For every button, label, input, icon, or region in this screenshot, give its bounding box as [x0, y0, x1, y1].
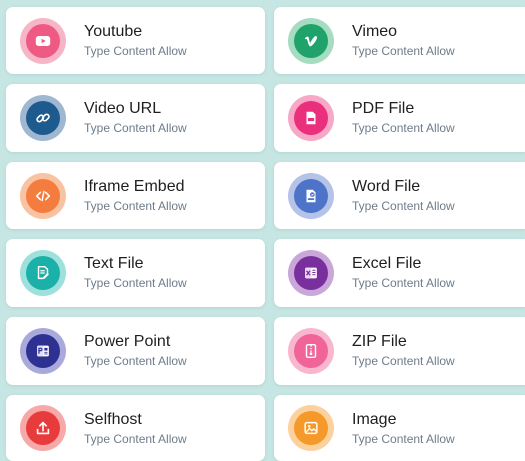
pdf-file-icon-badge — [288, 95, 334, 141]
content-type-card-zip-file[interactable]: ZIP File Type Content Allow — [274, 317, 525, 385]
card-subtitle: Type Content Allow — [352, 44, 455, 58]
word-file-icon — [306, 189, 316, 202]
excel-file-icon-badge — [288, 250, 334, 296]
card-title: PDF File — [352, 100, 415, 117]
upload-icon — [36, 421, 50, 435]
card-subtitle: Type Content Allow — [84, 44, 187, 58]
card-title: Word File — [352, 178, 421, 195]
card-subtitle: Type Content Allow — [352, 432, 455, 446]
card-title: Text File — [84, 255, 144, 272]
youtube-icon — [35, 35, 51, 46]
powerpoint-file-icon-badge — [20, 328, 66, 374]
card-title: Power Point — [84, 333, 171, 350]
image-icon-badge — [288, 405, 334, 451]
content-type-card-word-file[interactable]: Word File Type Content Allow — [274, 162, 525, 229]
card-title: Image — [352, 411, 397, 428]
card-subtitle: Type Content Allow — [84, 121, 187, 135]
powerpoint-file-icon — [37, 345, 49, 357]
link-icon — [36, 113, 50, 123]
card-subtitle: Type Content Allow — [352, 276, 455, 290]
card-title: Selfhost — [84, 411, 142, 428]
content-type-card-pdf-file[interactable]: PDF File Type Content Allow — [274, 84, 525, 152]
content-type-card-selfhost[interactable]: Selfhost Type Content Allow — [6, 395, 265, 461]
zip-file-icon-badge — [288, 328, 334, 374]
card-subtitle: Type Content Allow — [84, 354, 187, 368]
content-type-grid: Youtube Type Content Allow Vimeo Type Co… — [0, 0, 525, 461]
card-title: ZIP File — [352, 333, 407, 350]
upload-icon-badge — [20, 405, 66, 451]
card-subtitle: Type Content Allow — [84, 432, 187, 446]
vimeo-icon-badge — [288, 17, 334, 64]
code-icon-badge — [20, 172, 66, 219]
content-type-card-image[interactable]: Image Type Content Allow — [274, 395, 525, 461]
code-icon — [35, 190, 51, 201]
content-type-card-youtube[interactable]: Youtube Type Content Allow — [6, 7, 265, 74]
card-subtitle: Type Content Allow — [352, 121, 455, 135]
content-type-card-text-file[interactable]: Text File Type Content Allow — [6, 239, 265, 307]
youtube-icon-badge — [20, 17, 66, 64]
content-type-card-power-point[interactable]: Power Point Type Content Allow — [6, 317, 265, 385]
content-type-card-vimeo[interactable]: Vimeo Type Content Allow — [274, 7, 525, 74]
card-subtitle: Type Content Allow — [84, 199, 187, 213]
zip-file-icon — [305, 343, 317, 359]
card-title: Iframe Embed — [84, 178, 185, 195]
excel-file-icon — [305, 267, 317, 279]
text-file-icon-badge — [20, 250, 66, 296]
card-title: Video URL — [84, 100, 162, 117]
pdf-file-icon — [306, 111, 316, 125]
content-type-card-iframe-embed[interactable]: Iframe Embed Type Content Allow — [6, 162, 265, 229]
card-title: Excel File — [352, 255, 422, 272]
text-file-icon — [37, 265, 49, 280]
content-type-card-excel-file[interactable]: Excel File Type Content Allow — [274, 239, 525, 307]
card-subtitle: Type Content Allow — [84, 276, 187, 290]
card-subtitle: Type Content Allow — [352, 199, 455, 213]
card-title: Youtube — [84, 23, 143, 40]
link-icon-badge — [20, 95, 66, 141]
card-subtitle: Type Content Allow — [352, 354, 455, 368]
image-icon — [304, 421, 318, 435]
card-title: Vimeo — [352, 23, 398, 40]
vimeo-icon — [304, 35, 318, 46]
content-type-card-video-url[interactable]: Video URL Type Content Allow — [6, 84, 265, 152]
word-file-icon-badge — [288, 172, 334, 219]
